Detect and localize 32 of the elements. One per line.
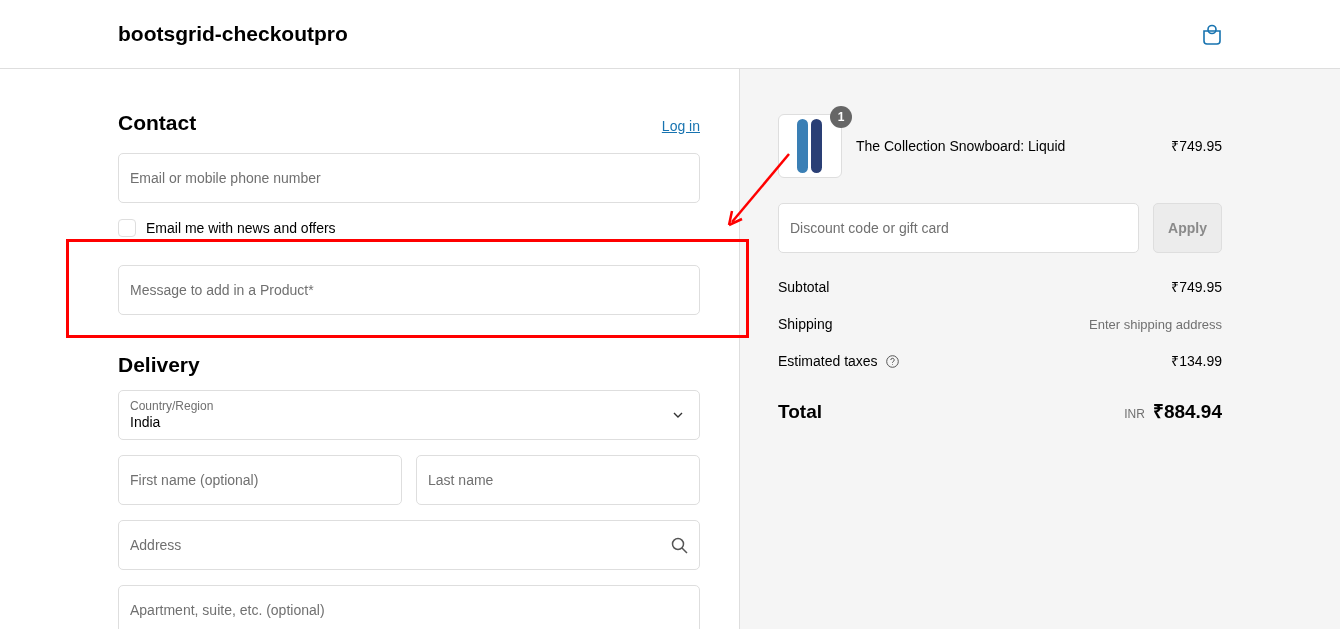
summary-value: Enter shipping address bbox=[1089, 315, 1222, 334]
summary-value: ₹134.99 bbox=[1171, 352, 1222, 371]
text-field[interactable]: First name (optional) bbox=[118, 455, 402, 505]
help-icon[interactable] bbox=[885, 355, 899, 368]
summary-label: Estimated taxes bbox=[778, 352, 878, 371]
currency-code: INR bbox=[1124, 406, 1145, 423]
checkbox-label: Email me with news and offers bbox=[146, 218, 336, 238]
quantity-badge: 1 bbox=[830, 106, 852, 128]
field-label: Country/Region bbox=[130, 399, 214, 413]
summary-label: Subtotal bbox=[778, 278, 830, 297]
summary-label: Shipping bbox=[778, 315, 833, 334]
email-field[interactable]: Email or mobile phone number bbox=[118, 152, 700, 203]
store-name[interactable]: bootsgrid-checkoutpro bbox=[118, 18, 348, 50]
section-heading: Delivery bbox=[118, 351, 201, 378]
address-field[interactable]: Address bbox=[118, 520, 700, 570]
total-amount: ₹884.94 bbox=[1152, 400, 1222, 424]
product-price: ₹749.95 bbox=[1171, 136, 1222, 156]
text-field[interactable]: Last name bbox=[416, 455, 700, 505]
product-thumbnail bbox=[778, 114, 842, 178]
summary-value: ₹749.95 bbox=[1171, 278, 1222, 297]
total-label: Total bbox=[778, 400, 822, 424]
log-in-link[interactable]: Log in bbox=[661, 115, 700, 137]
search-icon bbox=[671, 537, 688, 554]
field-value: India bbox=[130, 413, 162, 431]
product-name: The Collection Snowboard: Liquid bbox=[856, 136, 1067, 156]
checkbox[interactable] bbox=[118, 219, 136, 237]
shopping-bag-icon[interactable] bbox=[1202, 23, 1222, 45]
chevron-down-icon bbox=[673, 412, 683, 418]
message-field[interactable]: Message to add in a Product* bbox=[118, 264, 700, 315]
section-heading: Contact bbox=[118, 110, 197, 136]
country-select[interactable]: Country/Region India bbox=[118, 390, 700, 440]
text-field[interactable]: Apartment, suite, etc. (optional) bbox=[118, 585, 700, 629]
